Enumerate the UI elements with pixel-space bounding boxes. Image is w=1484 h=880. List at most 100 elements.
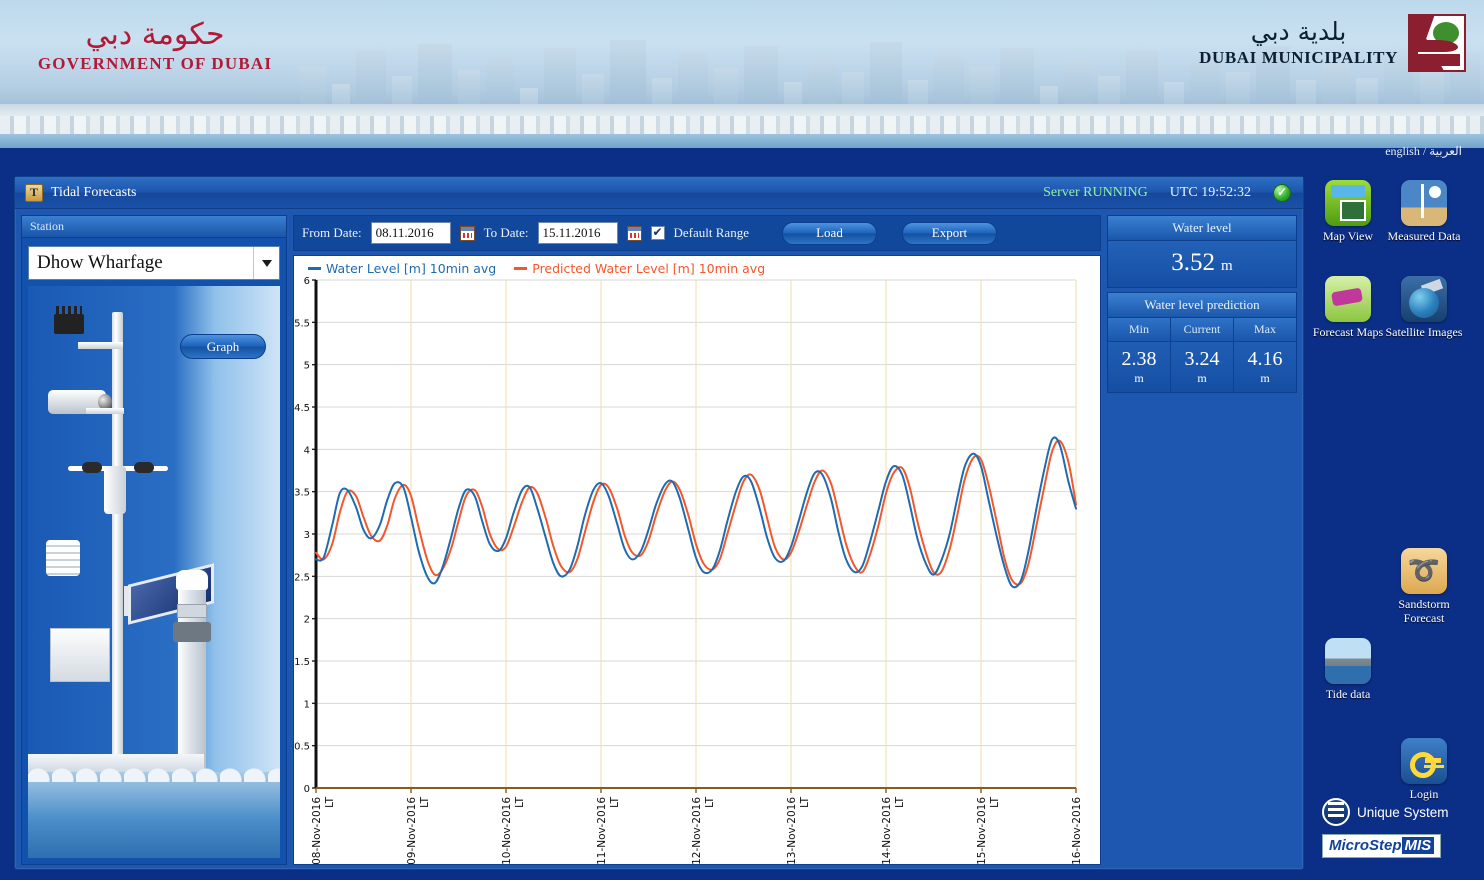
- satellite-images-icon: [1401, 276, 1447, 322]
- microstep-label: MicroStep: [1329, 837, 1402, 854]
- rail-item-satellite-images[interactable]: Satellite Images: [1382, 276, 1466, 340]
- svg-text:LT: LT: [799, 796, 811, 807]
- shortcut-rail: Map View Measured Data Forecast Maps Sat…: [1306, 176, 1484, 870]
- svg-text:5: 5: [304, 361, 310, 372]
- chart-area: From Date: To Date: Default Range Load E…: [293, 215, 1101, 865]
- unique-system-seal-icon: [1322, 798, 1350, 826]
- anemometer-icon: [54, 314, 84, 334]
- svg-text:14-Nov-2016: 14-Nov-2016: [881, 797, 893, 865]
- prediction-current-value: 3.24: [1171, 342, 1233, 371]
- window-title: Tidal Forecasts: [51, 185, 136, 201]
- sandstorm-forecast-icon: [1401, 548, 1447, 594]
- prediction-max-unit: m: [1234, 371, 1296, 392]
- palm-island-graphic: [0, 104, 1484, 138]
- default-range-label: Default Range: [674, 225, 749, 241]
- water-level-reading: 3.52 m: [1108, 241, 1296, 287]
- prediction-current-label: Current: [1171, 318, 1233, 342]
- rail-item-tide-data[interactable]: Tide data: [1306, 638, 1390, 702]
- unique-system-label: Unique System: [1357, 805, 1449, 820]
- from-date-calendar-icon[interactable]: [460, 226, 475, 241]
- rail-label-sandstorm-forecast: Sandstorm Forecast: [1382, 598, 1466, 626]
- from-date-input[interactable]: [371, 222, 451, 244]
- page-banner: حكومة دبي GOVERNMENT OF DUBAI بلدية دبي …: [0, 0, 1484, 166]
- svg-text:2.5: 2.5: [294, 572, 310, 583]
- svg-text:15-Nov-2016: 15-Nov-2016: [976, 797, 988, 865]
- tide-chart: Water Level [m] 10min avg Predicted Wate…: [293, 255, 1101, 865]
- export-button[interactable]: Export: [902, 222, 997, 245]
- svg-text:5.5: 5.5: [294, 318, 310, 329]
- station-panel: Station Dhow Wharfage: [21, 215, 287, 865]
- rail-item-sandstorm-forecast[interactable]: Sandstorm Forecast: [1382, 548, 1466, 626]
- svg-text:LT: LT: [324, 796, 336, 807]
- svg-text:10-Nov-2016: 10-Nov-2016: [501, 797, 513, 865]
- prediction-current: Current 3.24 m: [1170, 318, 1233, 392]
- language-switcher[interactable]: english / العربية: [1385, 144, 1462, 159]
- prediction-min: Min 2.38 m: [1108, 318, 1170, 392]
- load-button[interactable]: Load: [782, 222, 877, 245]
- status-ok-icon: [1273, 184, 1291, 202]
- tide-data-icon: [1325, 638, 1371, 684]
- rail-item-measured-data[interactable]: Measured Data: [1382, 180, 1466, 244]
- radiation-shield-icon: [46, 540, 80, 576]
- rail-item-forecast-maps[interactable]: Forecast Maps: [1306, 276, 1390, 340]
- svg-text:2: 2: [304, 615, 310, 626]
- lang-arabic-link[interactable]: العربية: [1429, 144, 1462, 158]
- water-level-value: 3.52: [1171, 249, 1215, 276]
- svg-text:1.5: 1.5: [294, 657, 310, 668]
- rail-label-map-view: Map View: [1306, 230, 1390, 244]
- svg-text:0: 0: [304, 784, 310, 795]
- svg-text:0.5: 0.5: [294, 742, 310, 753]
- svg-text:LT: LT: [419, 796, 431, 807]
- station-select[interactable]: Dhow Wharfage: [28, 246, 280, 280]
- svg-text:LT: LT: [514, 796, 526, 807]
- svg-text:1: 1: [304, 699, 310, 710]
- rail-label-forecast-maps: Forecast Maps: [1306, 326, 1390, 340]
- prediction-min-value: 2.38: [1108, 342, 1170, 371]
- svg-text:3: 3: [304, 530, 310, 541]
- forecast-maps-icon: [1325, 276, 1371, 322]
- unique-system-brand: Unique System: [1322, 798, 1449, 826]
- chevron-down-icon[interactable]: [253, 247, 279, 279]
- utc-clock: UTC 19:52:32: [1170, 185, 1251, 201]
- lang-english-link[interactable]: english: [1385, 144, 1420, 158]
- graph-button[interactable]: Graph: [180, 334, 266, 359]
- tidal-forecasts-window: Tidal Forecasts Server RUNNING UTC 19:52…: [14, 176, 1304, 870]
- map-view-icon: [1325, 180, 1371, 226]
- from-date-label: From Date:: [302, 225, 362, 241]
- mis-label: MIS: [1402, 837, 1435, 854]
- prediction-current-unit: m: [1171, 371, 1233, 392]
- prediction-max-value: 4.16: [1234, 342, 1296, 371]
- equipment-box-icon: [50, 628, 110, 682]
- svg-text:4: 4: [304, 445, 310, 456]
- rail-item-login[interactable]: Login: [1382, 738, 1466, 802]
- prediction-max: Max 4.16 m: [1233, 318, 1296, 392]
- to-date-label: To Date:: [484, 225, 529, 241]
- default-range-checkbox[interactable]: [651, 226, 665, 240]
- prediction-max-label: Max: [1234, 318, 1296, 342]
- svg-text:LT: LT: [609, 796, 621, 807]
- prediction-min-label: Min: [1108, 318, 1170, 342]
- dm-logo-arabic: بلدية دبي: [1199, 18, 1398, 46]
- microstep-mis-logo: MicroStepMIS: [1322, 834, 1441, 858]
- svg-text:08-Nov-2016: 08-Nov-2016: [311, 797, 323, 865]
- to-date-input[interactable]: [538, 222, 618, 244]
- lang-separator: /: [1423, 144, 1426, 158]
- water-level-unit: m: [1221, 258, 1233, 274]
- rail-label-satellite-images: Satellite Images: [1382, 326, 1466, 340]
- to-date-calendar-icon[interactable]: [627, 226, 642, 241]
- dubai-municipality-crest-icon: [1408, 14, 1466, 72]
- svg-text:4.5: 4.5: [294, 403, 310, 414]
- rail-item-map-view[interactable]: Map View: [1306, 180, 1390, 244]
- svg-text:13-Nov-2016: 13-Nov-2016: [786, 797, 798, 865]
- government-of-dubai-logo: حكومة دبي GOVERNMENT OF DUBAI: [20, 18, 290, 74]
- svg-text:12-Nov-2016: 12-Nov-2016: [691, 797, 703, 865]
- svg-text:LT: LT: [704, 796, 716, 807]
- svg-text:16-Nov-2016: 16-Nov-2016: [1071, 797, 1083, 865]
- station-illustration: Graph: [28, 286, 280, 858]
- water-level-card: Water level 3.52m: [1107, 215, 1297, 288]
- measured-data-icon: [1401, 180, 1447, 226]
- rail-label-tide-data: Tide data: [1306, 688, 1390, 702]
- chart-toolbar: From Date: To Date: Default Range Load E…: [293, 215, 1101, 251]
- tide-chart-svg: 00.511.522.533.544.555.5608-Nov-2016LT09…: [294, 274, 1084, 870]
- svg-text:LT: LT: [989, 796, 1001, 807]
